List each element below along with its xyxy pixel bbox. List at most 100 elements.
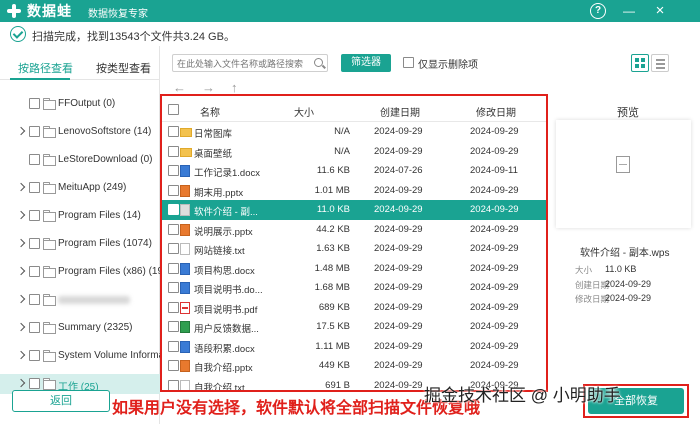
cell-created: 2024-09-29 (374, 184, 423, 196)
tree-item-checkbox[interactable] (29, 238, 40, 249)
cell-created: 2024-09-29 (374, 340, 423, 352)
grid-cell-icon (641, 58, 645, 62)
tree-item[interactable] (0, 290, 160, 310)
tree-item[interactable]: MeituApp (249) (0, 178, 160, 198)
preview-title: 预览 (617, 107, 639, 119)
tree-item-checkbox[interactable] (29, 182, 40, 193)
folder-icon (43, 238, 56, 250)
tree-item[interactable]: LenovoSoftstore (14) (0, 122, 160, 142)
active-tab-indicator (10, 78, 70, 80)
tree-item[interactable]: Program Files (1074) (0, 234, 160, 254)
table-row[interactable]: 项目说明书.do... 1.68 MB 2024-09-29 2024-09-29 (162, 278, 546, 298)
table-row[interactable]: 语段积累.docx 1.11 MB 2024-09-29 2024-09-29 (162, 337, 546, 357)
row-checkbox[interactable] (168, 321, 179, 332)
tree-item[interactable]: LeStoreDownload (0) (0, 150, 160, 170)
header-created[interactable]: 创建日期 (380, 104, 420, 119)
tree-item-label: Program Files (14) (58, 210, 141, 221)
table-row[interactable]: 期末用.pptx 1.01 MB 2024-09-29 2024-09-29 (162, 181, 546, 201)
row-checkbox[interactable] (168, 243, 179, 254)
folder-icon (43, 378, 56, 390)
chevron-right-icon[interactable] (16, 238, 26, 248)
chevron-right-icon[interactable] (16, 350, 26, 360)
table-row[interactable]: 用户反馈数据... 17.5 KB 2024-09-29 2024-09-29 (162, 317, 546, 337)
tab-by-type[interactable]: 按类型查看 (96, 60, 151, 76)
table-row[interactable]: 桌面壁纸 N/A 2024-09-29 2024-09-29 (162, 142, 546, 162)
table-row[interactable]: 网站链接.txt 1.63 KB 2024-09-29 2024-09-29 (162, 239, 546, 259)
chevron-right-icon[interactable] (16, 182, 26, 192)
nav-up-arrow-icon[interactable]: ↑ (231, 80, 238, 95)
tree-item[interactable]: Program Files (14) (0, 206, 160, 226)
tree-item-checkbox[interactable] (29, 266, 40, 277)
list-view-button[interactable] (651, 54, 669, 72)
tree-item-checkbox[interactable] (29, 322, 40, 333)
row-checkbox[interactable] (168, 301, 179, 313)
row-checkbox[interactable] (168, 165, 179, 176)
row-checkbox[interactable] (168, 223, 179, 235)
table-row[interactable]: 工作记录1.docx 11.6 KB 2024-07-26 2024-09-11 (162, 161, 546, 181)
chevron-right-icon[interactable] (16, 322, 26, 332)
tree-item-checkbox[interactable] (29, 378, 40, 389)
txt-file-icon (180, 243, 190, 255)
tree-item[interactable]: Program Files (x86) (1976) (0, 262, 177, 282)
deleted-only-checkbox[interactable] (403, 57, 414, 68)
row-checkbox[interactable] (168, 379, 179, 391)
row-checkbox[interactable] (168, 340, 179, 352)
row-checkbox[interactable] (168, 282, 179, 293)
minimize-button[interactable]: — (621, 3, 637, 19)
grid-view-button[interactable] (631, 54, 649, 72)
filter-button[interactable]: 筛选器 (341, 54, 391, 72)
tree-item-checkbox[interactable] (29, 154, 40, 165)
table-row[interactable]: 项目构思.docx 1.48 MB 2024-09-29 2024-09-29 (162, 259, 546, 279)
tree-item-checkbox[interactable] (29, 210, 40, 221)
nav-forward-arrow-icon[interactable]: → (202, 80, 215, 95)
folder-icon (180, 147, 192, 157)
table-row[interactable]: 软件介绍 - 副... 11.0 KB 2024-09-29 2024-09-29 (162, 200, 546, 220)
chevron-right-icon[interactable] (16, 266, 26, 276)
tree-item-checkbox[interactable] (29, 350, 40, 361)
table-row[interactable]: 项目说明书.pdf 689 KB 2024-09-29 2024-09-29 (162, 298, 546, 318)
tree-item[interactable]: FFOutput (0) (0, 94, 160, 114)
wps-file-icon (180, 204, 190, 216)
tree-item-checkbox[interactable] (29, 98, 40, 109)
logo-text: 数据蛙 (27, 3, 72, 19)
table-row[interactable]: 日常图库 N/A 2024-09-29 2024-09-29 (162, 122, 546, 142)
folder-icon (43, 266, 56, 278)
view-mode-tabs: 按路径查看 按类型查看 (0, 56, 160, 80)
row-checkbox[interactable] (168, 126, 179, 137)
nav-back-arrow-icon[interactable]: ← (173, 80, 186, 95)
row-checkbox[interactable] (168, 204, 179, 215)
header-modified[interactable]: 修改日期 (476, 104, 516, 119)
meta-modified-value: 2024-09-29 (605, 293, 652, 303)
cell-name: 网站链接.txt (194, 246, 245, 257)
back-button[interactable]: 返回 (12, 390, 110, 412)
table-row[interactable]: 自我介绍.pptx 449 KB 2024-09-29 2024-09-29 (162, 356, 546, 376)
search-input[interactable] (177, 57, 307, 70)
chevron-right-icon[interactable] (16, 126, 26, 136)
scan-status-bar: 扫描完成，找到13543个文件共3.24 GB。 (0, 22, 700, 46)
select-all-checkbox[interactable] (168, 104, 179, 115)
chevron-right-icon[interactable] (16, 210, 26, 220)
search-icon[interactable] (314, 58, 323, 67)
row-checkbox[interactable] (168, 262, 179, 274)
table-row[interactable]: 说明展示.pptx 44.2 KB 2024-09-29 2024-09-29 (162, 220, 546, 240)
tree-item-checkbox[interactable] (29, 126, 40, 137)
app-subtitle: 数据恢复专家 (88, 9, 148, 20)
cell-created: 2024-09-29 (374, 360, 423, 371)
tab-by-path[interactable]: 按路径查看 (18, 60, 73, 76)
row-checkbox[interactable] (168, 360, 179, 371)
tree-item-checkbox[interactable] (29, 294, 40, 305)
close-button[interactable]: × (652, 3, 668, 19)
app-logo: 数据蛙 (6, 2, 72, 20)
help-button[interactable]: ? (590, 3, 606, 19)
row-checkbox[interactable] (168, 184, 179, 196)
meta-created-label: 创建日期 (575, 280, 610, 290)
cell-created: 2024-09-29 (374, 126, 423, 137)
tree-item[interactable]: Summary (2325) (0, 318, 160, 338)
tree-item[interactable]: System Volume Informat (0, 346, 167, 366)
chevron-right-icon[interactable] (16, 294, 26, 304)
search-box[interactable] (172, 54, 328, 72)
header-name[interactable]: 名称 (200, 104, 220, 119)
row-checkbox[interactable] (168, 145, 179, 157)
header-size[interactable]: 大小 (294, 104, 314, 119)
chevron-right-icon[interactable] (16, 378, 26, 388)
